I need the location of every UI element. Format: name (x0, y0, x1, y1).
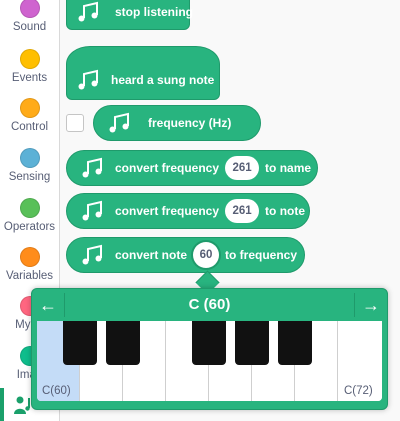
music-notes-icon (78, 69, 98, 90)
category-label: Events (11, 72, 48, 84)
music-notes-icon (78, 1, 98, 22)
sensing-category-dot (19, 148, 40, 168)
heard-sung-note-hat-block[interactable]: heard a sung note (66, 46, 220, 100)
category-sensing[interactable]: Sensing (0, 148, 59, 183)
next-octave-arrow-icon[interactable]: → (359, 293, 383, 317)
stop-listening-block[interactable]: stop listening (66, 0, 193, 30)
black-key-c-sharp[interactable] (63, 321, 97, 365)
music-notes-icon (82, 200, 102, 221)
block-label: stop listening (115, 5, 193, 19)
category-variables[interactable]: Variables (0, 247, 59, 282)
category-sound[interactable]: Sound (0, 0, 59, 33)
block-label: frequency (Hz) (148, 116, 232, 130)
frequency-input[interactable]: 261 (225, 156, 260, 180)
frequency-input[interactable]: 261 (225, 199, 260, 223)
convert-frequency-to-note-block[interactable]: convert frequency 261 to note (66, 193, 310, 229)
category-events[interactable]: Events (0, 49, 59, 84)
block-label: convert frequency (115, 161, 220, 175)
category-label: Sensing (8, 171, 51, 183)
header-divider (354, 293, 355, 317)
category-label: Variables (5, 270, 54, 282)
operators-category-dot (19, 198, 40, 218)
note-input[interactable]: 60 (193, 242, 220, 268)
black-key-f-sharp[interactable] (192, 321, 226, 365)
selected-category-indicator (0, 388, 4, 421)
black-key-a-sharp[interactable] (278, 321, 312, 365)
black-key-g-sharp[interactable] (235, 321, 269, 365)
black-key-d-sharp[interactable] (106, 321, 140, 365)
variables-category-dot (19, 247, 40, 267)
control-category-dot (19, 98, 40, 118)
category-label: Sound (12, 21, 47, 33)
block-label: convert frequency (115, 204, 220, 218)
selected-note-title: C (60) (188, 296, 231, 313)
high-key-label: C(72) (344, 385, 373, 397)
music-notes-icon (82, 244, 102, 265)
frequency-monitor-checkbox[interactable] (66, 114, 84, 132)
block-label: to name (265, 161, 312, 175)
category-operators[interactable]: Operators (0, 198, 59, 233)
frequency-reporter-block[interactable]: frequency (Hz) (93, 105, 261, 141)
category-label: Operators (3, 221, 56, 233)
piano-keyboard: C(60) C(72) (37, 321, 382, 401)
category-control[interactable]: Control (0, 98, 59, 133)
block-label: to frequency (225, 248, 298, 262)
block-label: convert note (115, 248, 188, 262)
block-label: to note (265, 204, 306, 218)
events-category-dot (19, 49, 40, 69)
sound-category-dot (19, 0, 40, 18)
low-key-label: C(60) (42, 385, 71, 397)
piano-header: ← C (60) → (32, 289, 387, 321)
music-notes-icon (82, 157, 102, 178)
piano-note-picker: ← C (60) → C(60) C(72) (31, 288, 388, 410)
block-label: heard a sung note (111, 73, 215, 87)
music-notes-icon (109, 112, 129, 133)
category-label: Control (10, 121, 49, 133)
convert-note-to-frequency-block[interactable]: convert note 60 to frequency (66, 237, 305, 273)
convert-frequency-to-name-block[interactable]: convert frequency 261 to name (66, 150, 318, 186)
